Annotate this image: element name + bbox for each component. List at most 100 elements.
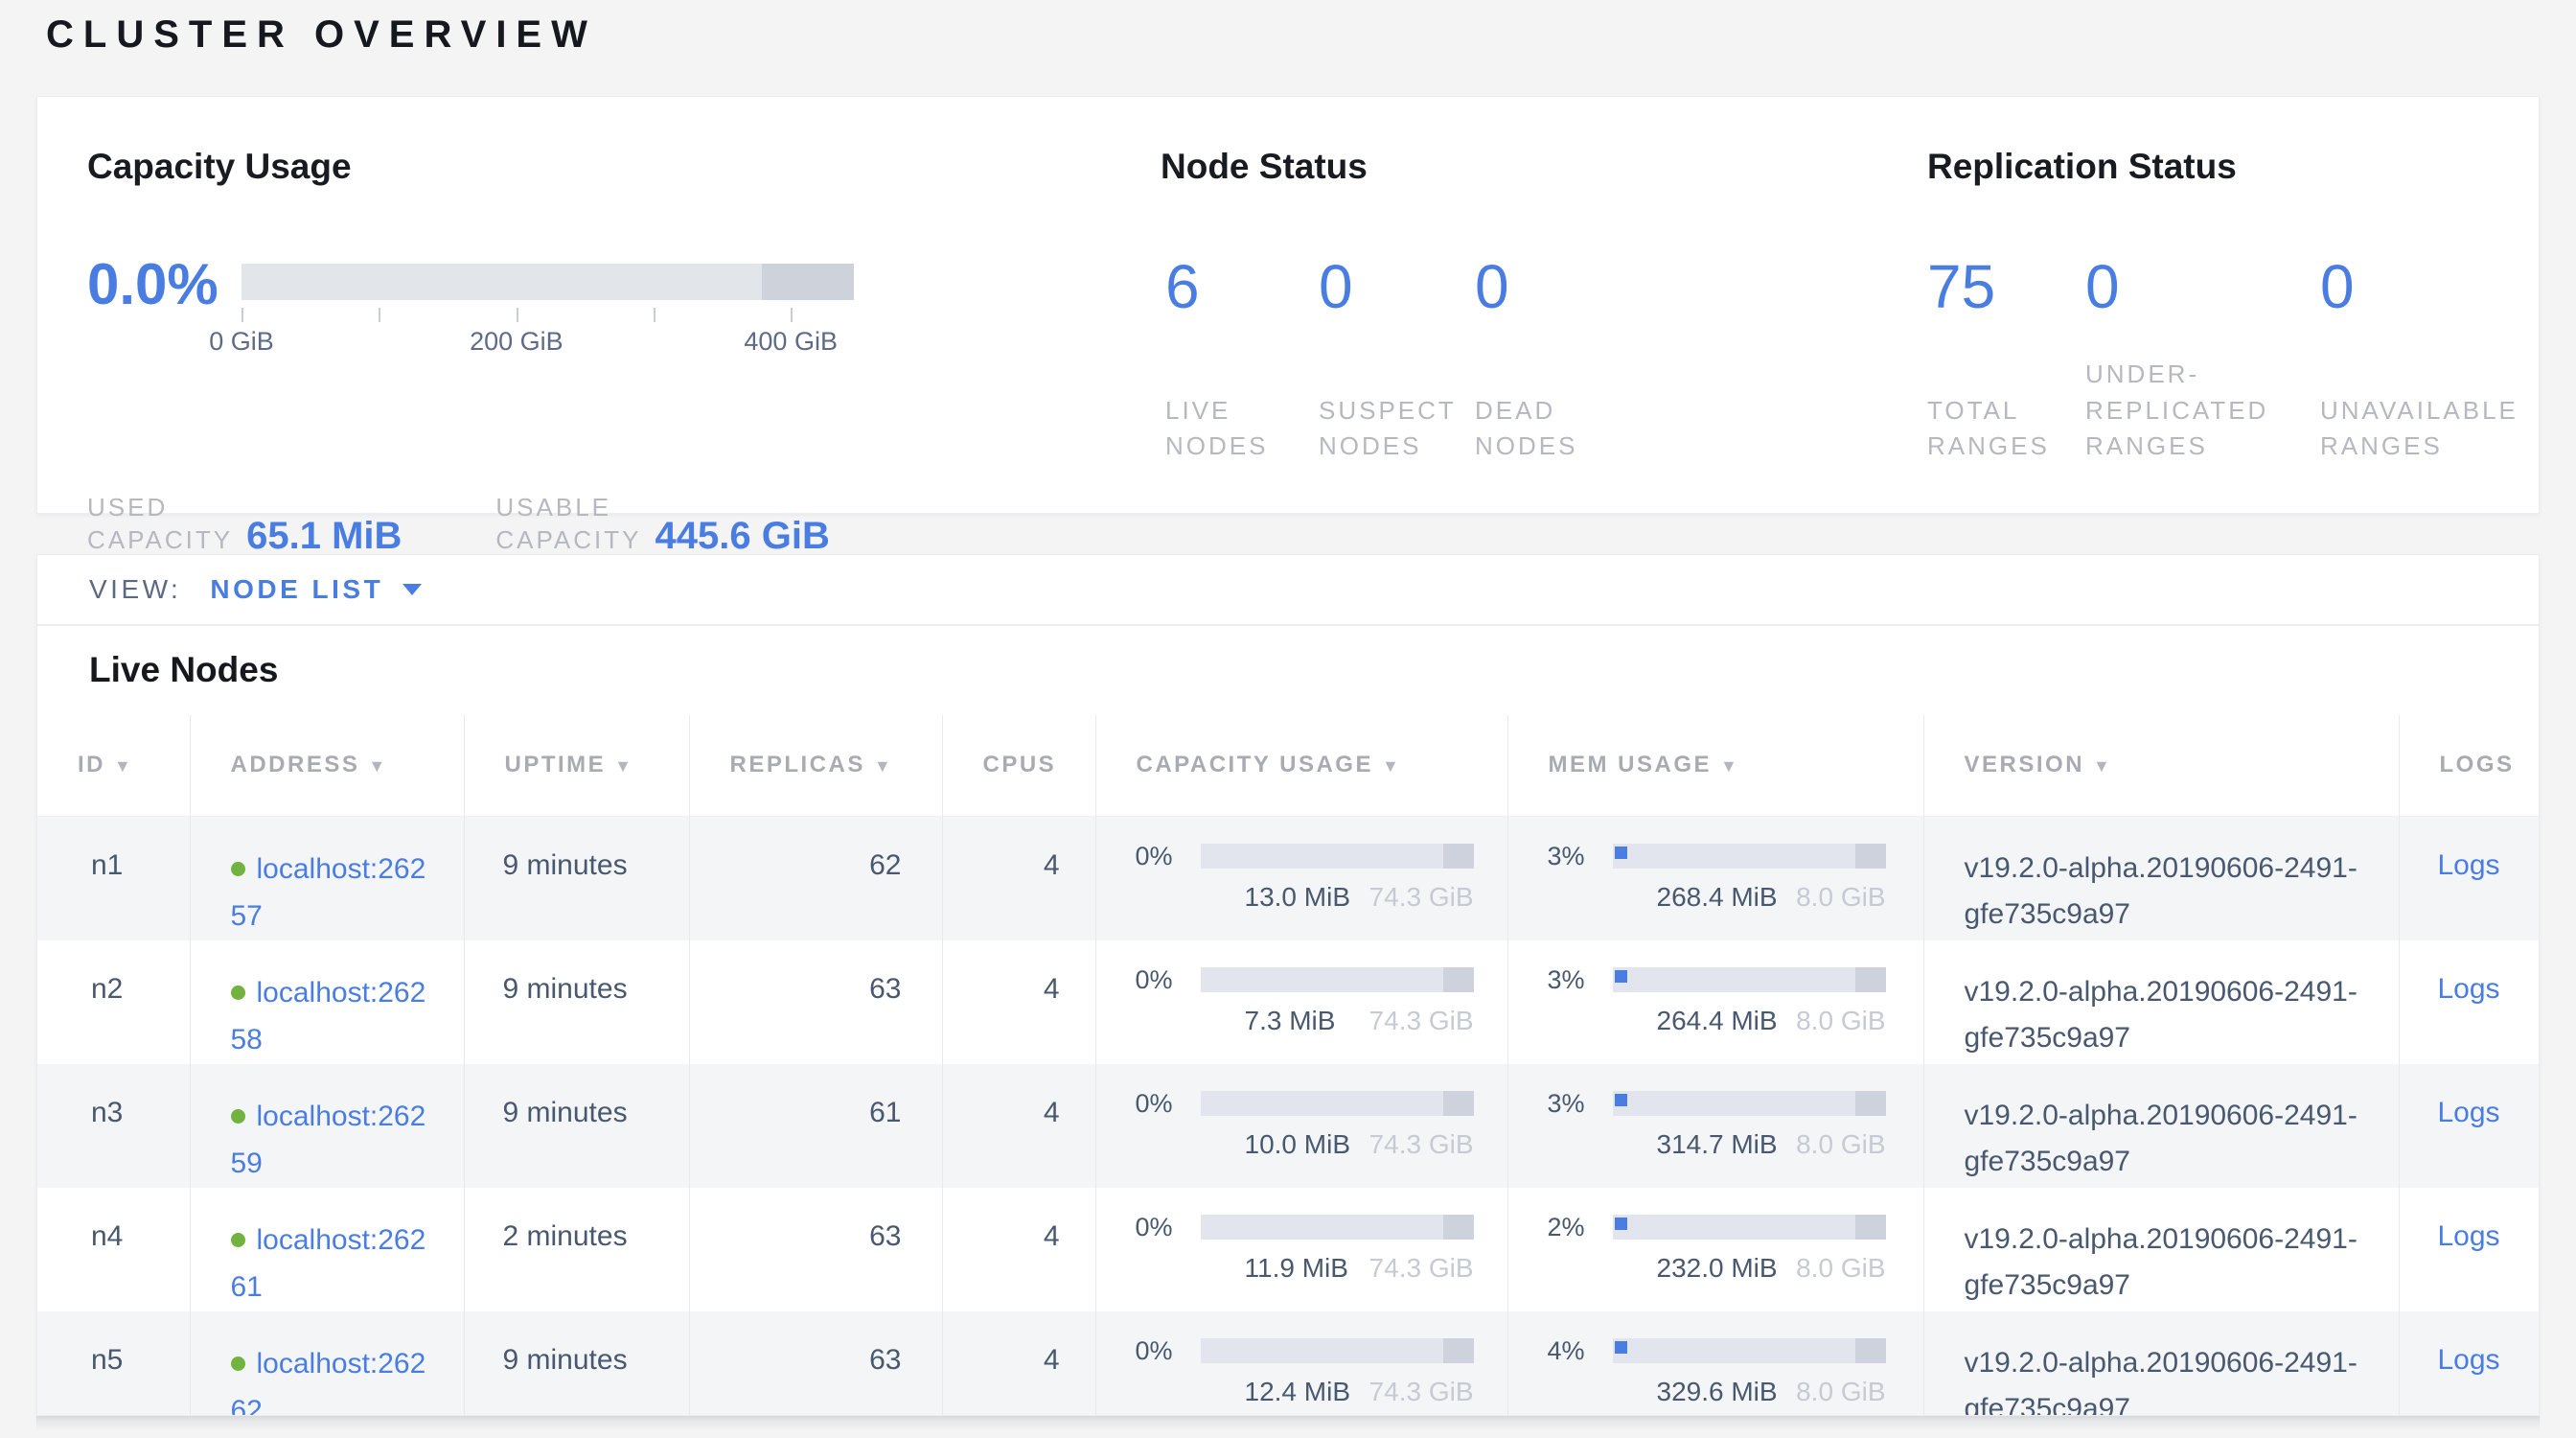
mem-total-value: 8.0 GiB — [1796, 1129, 1885, 1160]
mem-bar-endcap — [1855, 967, 1885, 992]
view-dropdown[interactable]: NODE LIST — [210, 574, 383, 605]
node-replicas-cell: 62 — [689, 816, 942, 940]
live-nodes-table: ID▼ ADDRESS▼ UPTIME▼ REPLICAS▼ — [37, 715, 2540, 1416]
mem-bar — [1613, 967, 1886, 992]
node-uptime-cell: 9 minutes — [464, 816, 689, 940]
node-capacity-usage-cell: 0% 13.0 MiB 74.3 GiB — [1095, 816, 1507, 940]
logs-link[interactable]: Logs — [2438, 849, 2500, 881]
node-replicas-cell: 63 — [689, 1311, 942, 1417]
mem-used-value: 329.6 MiB — [1657, 1377, 1778, 1407]
capacity-percent: 0% — [1136, 1213, 1201, 1241]
column-header[interactable]: ID▼ — [37, 715, 190, 816]
capacity-gauge-endcap — [762, 264, 854, 300]
column-header-label: LOGS — [2440, 752, 2515, 777]
node-id-cell: n2 — [37, 940, 190, 1064]
chevron-down-icon[interactable] — [402, 584, 422, 595]
mem-used-value: 314.7 MiB — [1657, 1129, 1778, 1160]
capacity-details: USED CAPACITY 65.1 MiB USABLE CAPACITY 4… — [87, 492, 830, 557]
node-capacity-usage-cell: 0% 7.3 MiB 74.3 GiB — [1095, 940, 1507, 1064]
sort-desc-icon[interactable]: ▼ — [114, 756, 133, 776]
logs-link[interactable]: Logs — [2438, 1220, 2500, 1252]
column-header-label: CPUS — [983, 752, 1057, 777]
sort-desc-icon[interactable]: ▼ — [2093, 756, 2112, 776]
capacity-bar-endcap — [1443, 967, 1473, 992]
stat-value: 0 — [1319, 256, 1475, 317]
node-cpus-cell: 4 — [942, 1064, 1095, 1188]
capacity-usage-percent: 0.0% — [87, 256, 218, 313]
column-header[interactable]: CPUS▼ — [942, 715, 1095, 816]
column-header[interactable]: UPTIME▼ — [464, 715, 689, 816]
replication-status-stats: 75 TOTAL RANGES 0 UNDER-REPLICATED RANGE… — [1927, 256, 2550, 465]
capacity-total-value: 74.3 GiB — [1369, 1253, 1474, 1284]
node-address-link[interactable]: localhost:26262 — [231, 1348, 426, 1417]
node-logs-cell: Logs — [2399, 816, 2540, 940]
node-status-stats: 6 LIVE NODES 0 SUSPECT NODES 0 DEAD NODE… — [1165, 256, 1667, 465]
capacity-percent: 0% — [1136, 842, 1201, 870]
capacity-bar — [1201, 967, 1474, 992]
column-header[interactable]: ADDRESS▼ — [190, 715, 464, 816]
table-row: n5 localhost:26262 9 minutes 63 4 0% — [37, 1311, 2540, 1417]
column-header[interactable]: CAPACITY USAGE▼ — [1095, 715, 1507, 816]
node-version-cell: v19.2.0-alpha.20190606-2491-gfe735c9a97 — [1923, 1064, 2399, 1188]
mem-total-value: 8.0 GiB — [1796, 882, 1885, 913]
live-status-dot-icon — [231, 1357, 245, 1371]
capacity-bar-endcap — [1443, 1338, 1473, 1363]
replication-status-stat: 0 UNDER-REPLICATED RANGES — [2085, 256, 2320, 465]
node-replicas-cell: 63 — [689, 1188, 942, 1311]
mem-usage-fill — [1615, 1341, 1627, 1354]
mem-percent: 2% — [1548, 1213, 1613, 1241]
capacity-used-value: 11.9 MiB — [1245, 1253, 1348, 1284]
node-cpus-cell: 4 — [942, 940, 1095, 1064]
replication-status-stat: 75 TOTAL RANGES — [1927, 256, 2085, 465]
node-mem-usage-cell: 3% 268.4 MiB 8.0 GiB — [1507, 816, 1923, 940]
sort-desc-icon[interactable]: ▼ — [874, 756, 893, 776]
bottom-scroll-shadow — [36, 1416, 2540, 1431]
sort-desc-icon[interactable]: ▼ — [1382, 756, 1401, 776]
logs-link[interactable]: Logs — [2438, 1097, 2500, 1128]
node-status-stat: 6 LIVE NODES — [1165, 256, 1319, 465]
view-selector-bar: VIEW: NODE LIST — [36, 554, 2540, 625]
live-nodes-title: Live Nodes — [89, 649, 2539, 691]
mem-bar — [1613, 1338, 1886, 1363]
logs-link[interactable]: Logs — [2438, 1344, 2500, 1376]
table-row: n3 localhost:26259 9 minutes 61 4 0% — [37, 1064, 2540, 1188]
column-header[interactable]: MEM USAGE▼ — [1507, 715, 1923, 816]
mem-used-value: 264.4 MiB — [1657, 1006, 1778, 1036]
node-id-cell: n4 — [37, 1188, 190, 1311]
stat-label: TOTAL RANGES — [1927, 393, 2085, 465]
node-status-stat: 0 SUSPECT NODES — [1319, 256, 1475, 465]
stat-value: 0 — [1475, 256, 1667, 317]
live-status-dot-icon — [231, 1233, 245, 1247]
sort-desc-icon[interactable]: ▼ — [1720, 756, 1739, 776]
node-address-link[interactable]: localhost:26259 — [231, 1101, 426, 1180]
node-uptime-cell: 2 minutes — [464, 1188, 689, 1311]
column-header[interactable]: REPLICAS▼ — [689, 715, 942, 816]
mem-percent: 3% — [1548, 1089, 1613, 1118]
node-address-link[interactable]: localhost:26258 — [231, 977, 426, 1056]
capacity-bar-endcap — [1443, 1091, 1473, 1116]
stat-label: DEAD NODES — [1475, 393, 1667, 465]
capacity-gauge-ticks — [242, 308, 854, 323]
mem-total-value: 8.0 GiB — [1796, 1377, 1885, 1407]
node-address-link[interactable]: localhost:26261 — [231, 1224, 426, 1304]
node-uptime-cell: 9 minutes — [464, 940, 689, 1064]
node-status-stat: 0 DEAD NODES — [1475, 256, 1667, 465]
mem-bar — [1613, 1091, 1886, 1116]
tick-label-200: 200 GiB — [470, 327, 564, 357]
node-logs-cell: Logs — [2399, 1064, 2540, 1188]
node-cpus-cell: 4 — [942, 1311, 1095, 1417]
sort-desc-icon[interactable]: ▼ — [614, 756, 633, 776]
mem-bar — [1613, 1215, 1886, 1240]
column-header[interactable]: VERSION▼ — [1923, 715, 2399, 816]
capacity-usage-title: Capacity Usage — [87, 147, 352, 187]
capacity-total-value: 74.3 GiB — [1369, 882, 1474, 913]
node-replicas-cell: 63 — [689, 940, 942, 1064]
stat-value: 0 — [2085, 256, 2320, 317]
node-mem-usage-cell: 2% 232.0 MiB 8.0 GiB — [1507, 1188, 1923, 1311]
logs-link[interactable]: Logs — [2438, 973, 2500, 1005]
node-address-link[interactable]: localhost:26257 — [231, 853, 426, 933]
sort-desc-icon[interactable]: ▼ — [368, 756, 387, 776]
column-header[interactable]: LOGS▼ — [2399, 715, 2540, 816]
cluster-overview-panel: Capacity Usage 0.0% 0 GiB 200 GiB 400 Gi… — [36, 96, 2540, 514]
node-mem-usage-cell: 4% 329.6 MiB 8.0 GiB — [1507, 1311, 1923, 1417]
